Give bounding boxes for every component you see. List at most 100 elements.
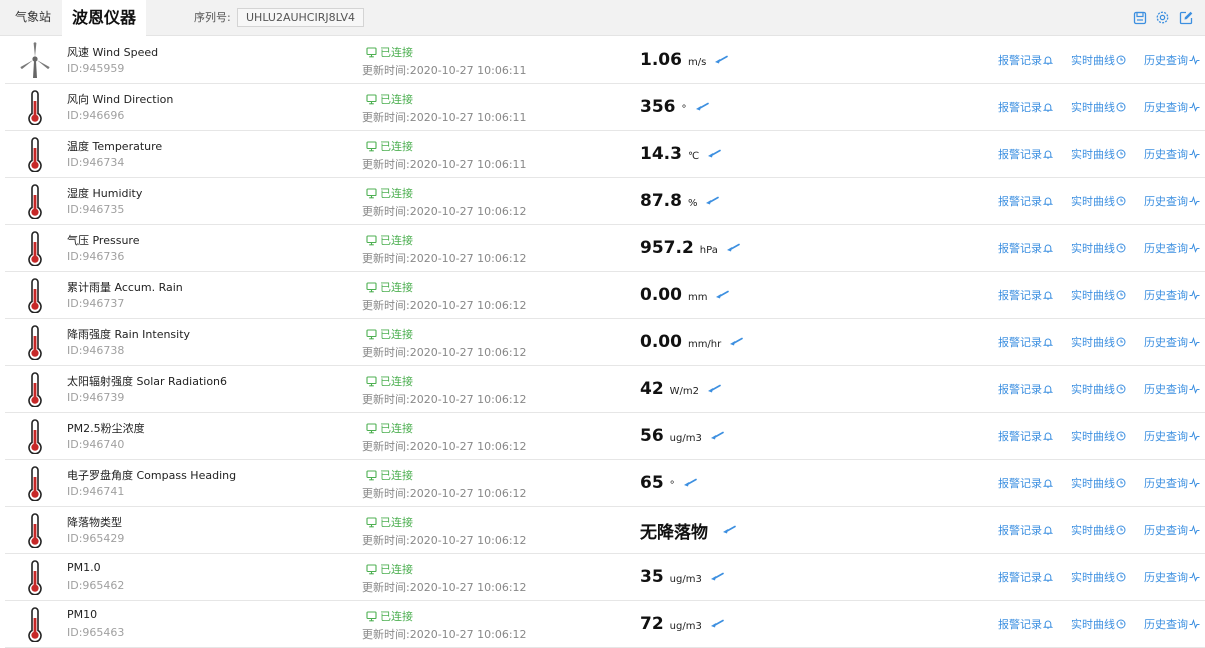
action-label[interactable]: 历史查询	[1144, 381, 1188, 397]
alarm-records-link[interactable]: 报警记录	[998, 240, 1053, 256]
history-query-link[interactable]: 历史查询	[1144, 381, 1200, 397]
action-label[interactable]: 报警记录	[998, 334, 1042, 350]
realtime-curve-link[interactable]: 实时曲线	[1071, 287, 1126, 303]
history-query-link[interactable]: 历史查询	[1144, 616, 1200, 632]
sensor-value: 35	[640, 567, 664, 587]
settings-icon[interactable]	[1154, 9, 1171, 26]
history-query-link[interactable]: 历史查询	[1144, 428, 1200, 444]
action-label[interactable]: 历史查询	[1144, 193, 1188, 209]
sensor-value: 65	[640, 473, 664, 493]
action-label[interactable]: 报警记录	[998, 569, 1042, 585]
action-label[interactable]: 历史查询	[1144, 428, 1188, 444]
alarm-records-link[interactable]: 报警记录	[998, 616, 1053, 632]
realtime-curve-link[interactable]: 实时曲线	[1071, 616, 1126, 632]
action-label[interactable]: 实时曲线	[1071, 569, 1115, 585]
update-time: 更新时间:2020-10-27 10:06:12	[362, 628, 527, 641]
alarm-records-link[interactable]: 报警记录	[998, 522, 1053, 538]
action-label[interactable]: 报警记录	[998, 287, 1042, 303]
history-query-link[interactable]: 历史查询	[1144, 240, 1200, 256]
action-label[interactable]: 报警记录	[998, 240, 1042, 256]
action-label[interactable]: 历史查询	[1144, 569, 1188, 585]
action-label[interactable]: 实时曲线	[1071, 381, 1115, 397]
action-label[interactable]: 历史查询	[1144, 52, 1188, 68]
alarm-records-link[interactable]: 报警记录	[998, 334, 1053, 350]
realtime-curve-link[interactable]: 实时曲线	[1071, 193, 1126, 209]
thermometer-icon	[13, 276, 57, 314]
action-label[interactable]: 报警记录	[998, 99, 1042, 115]
action-label[interactable]: 历史查询	[1144, 146, 1188, 162]
realtime-curve-link[interactable]: 实时曲线	[1071, 99, 1126, 115]
alarm-records-link[interactable]: 报警记录	[998, 193, 1053, 209]
history-query-link[interactable]: 历史查询	[1144, 475, 1200, 491]
save-icon[interactable]	[1131, 9, 1148, 26]
action-label[interactable]: 历史查询	[1144, 99, 1188, 115]
trend-arrow-icon	[707, 384, 721, 394]
action-label[interactable]: 报警记录	[998, 428, 1042, 444]
action-label[interactable]: 历史查询	[1144, 240, 1188, 256]
tab-weather-station[interactable]: 气象站	[0, 0, 66, 36]
action-label[interactable]: 实时曲线	[1071, 193, 1115, 209]
action-label[interactable]: 实时曲线	[1071, 522, 1115, 538]
toolbar-icons	[1131, 9, 1194, 26]
action-label[interactable]: 历史查询	[1144, 334, 1188, 350]
connection-status: 已连接	[366, 326, 413, 342]
action-label[interactable]: 实时曲线	[1071, 428, 1115, 444]
history-query-link[interactable]: 历史查询	[1144, 522, 1200, 538]
clock-icon	[1116, 149, 1126, 159]
action-label[interactable]: 实时曲线	[1071, 146, 1115, 162]
action-label[interactable]: 历史查询	[1144, 522, 1188, 538]
action-label[interactable]: 报警记录	[998, 475, 1042, 491]
realtime-curve-link[interactable]: 实时曲线	[1071, 428, 1126, 444]
thermometer-icon	[13, 229, 57, 267]
action-label[interactable]: 历史查询	[1144, 475, 1188, 491]
action-label[interactable]: 实时曲线	[1071, 334, 1115, 350]
alarm-records-link[interactable]: 报警记录	[998, 569, 1053, 585]
status-text: 已连接	[380, 234, 413, 247]
edit-icon[interactable]	[1177, 9, 1194, 26]
alarm-records-link[interactable]: 报警记录	[998, 287, 1053, 303]
realtime-curve-link[interactable]: 实时曲线	[1071, 146, 1126, 162]
alarm-records-link[interactable]: 报警记录	[998, 52, 1053, 68]
connection-status: 已连接	[366, 420, 413, 436]
alarm-records-link[interactable]: 报警记录	[998, 146, 1053, 162]
action-label[interactable]: 实时曲线	[1071, 616, 1115, 632]
realtime-curve-link[interactable]: 实时曲线	[1071, 381, 1126, 397]
action-label[interactable]: 报警记录	[998, 522, 1042, 538]
action-label[interactable]: 报警记录	[998, 616, 1042, 632]
action-label[interactable]: 历史查询	[1144, 616, 1188, 632]
history-query-link[interactable]: 历史查询	[1144, 287, 1200, 303]
bell-icon	[1043, 478, 1053, 488]
history-query-link[interactable]: 历史查询	[1144, 146, 1200, 162]
action-label[interactable]: 报警记录	[998, 52, 1042, 68]
row-actions: 报警记录 实时曲线 历史查询	[998, 319, 1200, 365]
action-label[interactable]: 实时曲线	[1071, 52, 1115, 68]
action-label[interactable]: 实时曲线	[1071, 240, 1115, 256]
alarm-records-link[interactable]: 报警记录	[998, 428, 1053, 444]
action-label[interactable]: 报警记录	[998, 381, 1042, 397]
realtime-curve-link[interactable]: 实时曲线	[1071, 475, 1126, 491]
alarm-records-link[interactable]: 报警记录	[998, 475, 1053, 491]
action-label[interactable]: 实时曲线	[1071, 99, 1115, 115]
realtime-curve-link[interactable]: 实时曲线	[1071, 569, 1126, 585]
history-query-link[interactable]: 历史查询	[1144, 334, 1200, 350]
sensor-id: ID:946738	[67, 344, 125, 357]
action-label[interactable]: 报警记录	[998, 146, 1042, 162]
history-query-link[interactable]: 历史查询	[1144, 99, 1200, 115]
action-label[interactable]: 报警记录	[998, 193, 1042, 209]
history-query-link[interactable]: 历史查询	[1144, 193, 1200, 209]
realtime-curve-link[interactable]: 实时曲线	[1071, 522, 1126, 538]
realtime-curve-link[interactable]: 实时曲线	[1071, 240, 1126, 256]
action-label[interactable]: 历史查询	[1144, 287, 1188, 303]
action-label[interactable]: 实时曲线	[1071, 475, 1115, 491]
sensor-value: 72	[640, 614, 664, 634]
realtime-curve-link[interactable]: 实时曲线	[1071, 52, 1126, 68]
clock-icon	[1116, 384, 1126, 394]
alarm-records-link[interactable]: 报警记录	[998, 381, 1053, 397]
sensor-row: 湿度 Humidity ID:946735 已连接 更新时间:2020-10-2…	[5, 178, 1205, 225]
alarm-records-link[interactable]: 报警记录	[998, 99, 1053, 115]
realtime-curve-link[interactable]: 实时曲线	[1071, 334, 1126, 350]
history-query-link[interactable]: 历史查询	[1144, 52, 1200, 68]
history-query-link[interactable]: 历史查询	[1144, 569, 1200, 585]
action-label[interactable]: 实时曲线	[1071, 287, 1115, 303]
sensor-value: 42	[640, 379, 664, 399]
